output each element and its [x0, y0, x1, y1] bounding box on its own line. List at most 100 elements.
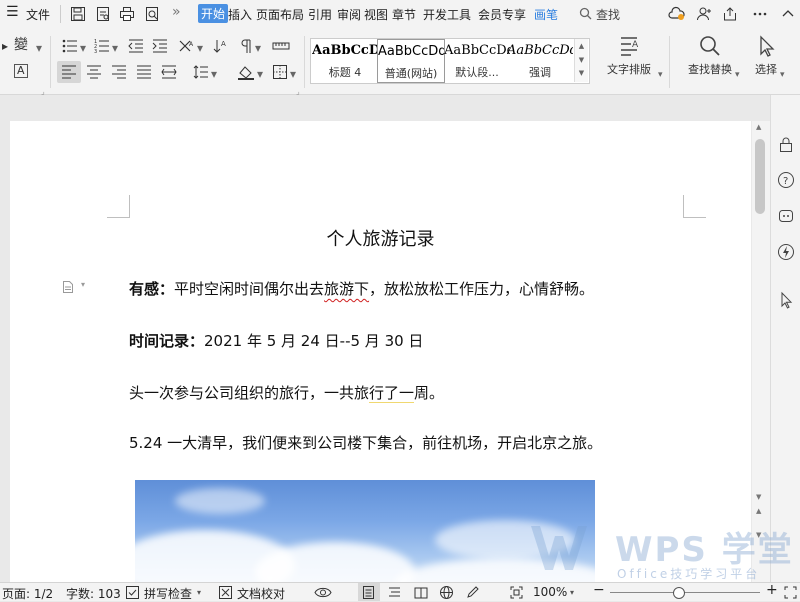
tab-developer[interactable]: 开发工具	[423, 6, 471, 23]
tab-brush[interactable]: 画笔	[534, 6, 558, 23]
vertical-scrollbar[interactable]: ▲ ▼ ▲ ▼	[752, 121, 770, 582]
fit-page-icon[interactable]	[510, 586, 523, 599]
dropdown-arrow-icon[interactable]: ▾	[290, 66, 296, 82]
distribute-icon[interactable]	[161, 64, 177, 80]
document-page[interactable]: 个人旅游记录 ▾ 有感：平时空闲时间偶尔出去旅游下，放松放松工作压力，心情舒畅。…	[10, 121, 751, 582]
spell-check-button[interactable]: 拼写检查	[144, 585, 192, 602]
scroll-up-arrow-icon[interactable]: ▲	[756, 123, 761, 131]
numbered-list-icon[interactable]: 123	[94, 38, 110, 54]
export-pdf-icon[interactable]	[95, 6, 111, 22]
tab-view[interactable]: 视图	[364, 6, 388, 23]
paragraph-handle-icon[interactable]	[62, 280, 74, 294]
tab-member[interactable]: 会员专享	[478, 6, 526, 23]
reading-view-icon[interactable]	[414, 586, 428, 599]
align-right-icon[interactable]	[111, 64, 127, 80]
dropdown-arrow-icon[interactable]: ▾	[780, 67, 785, 83]
style-gallery-scroller[interactable]: ▲ ▼ ▼	[574, 39, 588, 82]
more-chevron-icon[interactable]: »	[172, 4, 181, 20]
page-view-icon[interactable]	[362, 586, 375, 599]
document-title[interactable]: 个人旅游记录	[10, 225, 751, 251]
dropdown-arrow-icon[interactable]: ▾	[80, 40, 86, 56]
web-view-icon[interactable]	[440, 586, 453, 599]
decrease-indent-icon[interactable]	[128, 38, 144, 54]
fullscreen-icon[interactable]	[784, 586, 797, 599]
tab-review[interactable]: 审阅	[337, 6, 361, 23]
chinese-layout-icon[interactable]: A	[178, 38, 196, 54]
dropdown-arrow-icon[interactable]: ▾	[255, 40, 261, 56]
zoom-in-icon[interactable]: +	[766, 582, 778, 598]
zoom-slider-track[interactable]	[610, 592, 760, 593]
lightning-icon[interactable]	[777, 243, 795, 261]
eye-protection-icon[interactable]	[314, 586, 332, 599]
prev-page-icon[interactable]: ▲	[756, 507, 761, 515]
select-button[interactable]: 选择	[748, 34, 784, 77]
dropdown-arrow-icon[interactable]: ▾	[112, 40, 118, 56]
zoom-slider-knob[interactable]	[673, 587, 685, 599]
char-border-icon[interactable]: A	[14, 64, 28, 78]
tab-home[interactable]: 开始	[198, 4, 229, 23]
paragraph-day-one[interactable]: 5.24 一大清早，我们便来到公司楼下集合，前往机场，开启北京之旅。	[129, 432, 602, 453]
zoom-level[interactable]: 100%	[533, 585, 567, 599]
save-icon[interactable]	[70, 6, 86, 22]
proofread-icon[interactable]	[219, 586, 232, 599]
paragraph-time-record[interactable]: 时间记录：2021 年 5 月 24 日--5 月 30 日	[129, 330, 423, 351]
align-left-icon[interactable]	[61, 64, 77, 80]
zoom-out-icon[interactable]: −	[593, 582, 605, 598]
tab-references[interactable]: 引用	[308, 6, 332, 23]
scrollbar-thumb[interactable]	[755, 139, 765, 214]
scroll-up-icon[interactable]: ▲	[575, 39, 588, 53]
line-spacing-icon[interactable]	[193, 64, 209, 80]
more-options-icon[interactable]	[752, 6, 768, 22]
dropdown-arrow-icon[interactable]: ▾	[658, 67, 663, 83]
tab-page-layout[interactable]: 页面布局	[256, 6, 304, 23]
align-center-icon[interactable]	[86, 64, 102, 80]
dropdown-arrow-icon[interactable]: ▾	[211, 66, 217, 82]
text-layout-button[interactable]: A 文字排版	[602, 34, 656, 77]
spell-check-icon[interactable]	[126, 586, 139, 599]
hamburger-menu-icon[interactable]: ☰	[6, 4, 19, 20]
bullet-list-icon[interactable]	[62, 38, 78, 54]
justify-icon[interactable]	[136, 64, 152, 80]
collapse-ribbon-icon[interactable]	[782, 8, 794, 18]
gallery-expand-icon[interactable]: ▼	[575, 67, 588, 79]
font-size-down-icon[interactable]: ▸	[2, 38, 8, 54]
ai-assistant-icon[interactable]	[777, 207, 795, 225]
style-heading-4[interactable]: AaBbCcDd 标题 4	[312, 39, 378, 81]
lock-icon[interactable]	[777, 135, 795, 153]
paragraph-handle-dropdown-icon[interactable]: ▾	[81, 280, 85, 289]
proofread-button[interactable]: 文档校对	[237, 585, 285, 602]
tab-insert[interactable]: 插入	[228, 6, 252, 23]
paragraph-feeling[interactable]: 有感：平时空闲时间偶尔出去旅游下，放松放松工作压力，心情舒畅。	[129, 278, 594, 299]
scroll-down-icon[interactable]: ▼	[575, 53, 588, 67]
help-icon[interactable]: ?	[777, 171, 795, 189]
menu-file[interactable]: 文件	[26, 6, 50, 23]
cloud-sync-icon[interactable]	[668, 6, 686, 22]
dropdown-arrow-icon[interactable]: ▾	[197, 40, 203, 56]
style-default-paragraph[interactable]: AaBbCcDd 默认段...	[444, 39, 510, 81]
word-count[interactable]: 字数: 103	[66, 585, 121, 602]
paragraph-first-trip[interactable]: 头一次参与公司组织的旅行，一共旅行了一周。	[129, 382, 444, 403]
show-marks-icon[interactable]	[238, 38, 254, 54]
embedded-photo[interactable]	[135, 480, 595, 582]
page-indicator[interactable]: 页面: 1/2	[2, 585, 53, 602]
print-preview-icon[interactable]	[144, 6, 160, 22]
shading-icon[interactable]	[237, 64, 255, 80]
search-button[interactable]: 查找	[596, 6, 620, 23]
increase-indent-icon[interactable]	[152, 38, 168, 54]
dropdown-arrow-icon[interactable]: ▾	[36, 40, 42, 56]
ruler-icon[interactable]	[272, 38, 290, 54]
sort-icon[interactable]: A	[213, 38, 229, 54]
tab-chapter[interactable]: 章节	[392, 6, 416, 23]
search-icon[interactable]	[579, 7, 592, 20]
share-export-icon[interactable]	[722, 6, 738, 22]
write-mode-icon[interactable]	[466, 586, 479, 599]
dropdown-arrow-icon[interactable]: ▾	[570, 588, 574, 597]
scroll-down-arrow-icon[interactable]: ▼	[756, 493, 761, 501]
dropdown-arrow-icon[interactable]: ▾	[257, 66, 263, 82]
share-user-icon[interactable]	[696, 6, 712, 22]
pointer-icon[interactable]	[777, 291, 795, 309]
outline-view-icon[interactable]	[388, 586, 401, 599]
style-normal-web[interactable]: AaBbCcDd 普通(网站)	[377, 39, 445, 83]
dropdown-arrow-icon[interactable]: ▾	[197, 588, 201, 597]
borders-icon[interactable]	[272, 64, 288, 80]
